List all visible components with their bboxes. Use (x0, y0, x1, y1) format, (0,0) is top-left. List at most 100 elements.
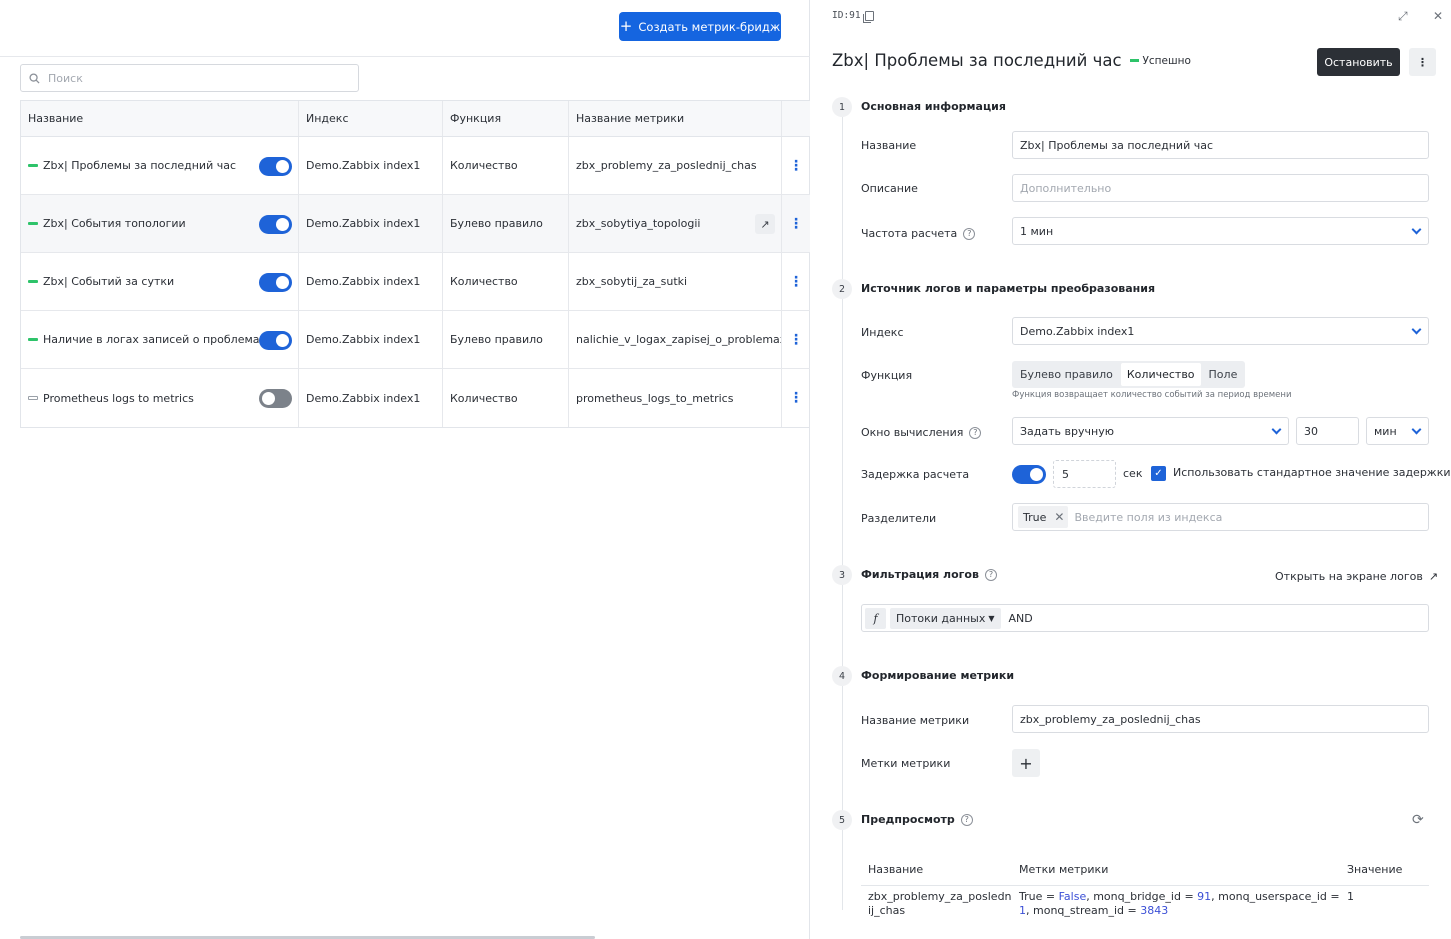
window-unit: мин (1374, 424, 1397, 438)
table-row[interactable]: Prometheus logs to metrics Demo.Zabbix i… (21, 369, 810, 427)
frequency-select[interactable]: 1 мин (1012, 217, 1429, 245)
row-metric-cell: zbx_sobytiya_topologii ↗ (569, 195, 782, 252)
function-icon[interactable]: f (865, 607, 886, 629)
row-metric: zbx_sobytij_za_sutki (569, 253, 782, 310)
search-box[interactable] (20, 64, 359, 92)
table-row[interactable]: Наличие в логах записей о проблемах Demo… (21, 311, 810, 369)
preview-col-value: Значение (1347, 862, 1403, 876)
default-delay-checkbox[interactable]: ✓ (1151, 466, 1166, 481)
function-option-field[interactable]: Поле (1203, 363, 1244, 386)
tag-key: monq_bridge_id (1093, 890, 1181, 903)
window-mode-select[interactable]: Задать вручную (1012, 417, 1289, 445)
name-field[interactable]: Zbx| Проблемы за последний час (1012, 131, 1429, 159)
col-name[interactable]: Название (21, 101, 299, 136)
operator-and: AND (1008, 611, 1033, 625)
col-metric[interactable]: Название метрики (569, 101, 782, 136)
step-number: 1 (832, 97, 852, 117)
help-icon[interactable]: ? (984, 568, 997, 581)
row-actions: ⋮ (782, 137, 810, 194)
col-function[interactable]: Функция (443, 101, 569, 136)
status-indicator (28, 222, 38, 225)
metric-tags-label: Метки метрики (861, 757, 951, 770)
kebab-icon[interactable]: ⋮ (789, 333, 803, 347)
chevron-down-icon (1411, 224, 1422, 235)
help-icon[interactable]: ? (963, 227, 976, 240)
delay-input[interactable]: 5 (1053, 460, 1116, 488)
index-label: Индекс (861, 326, 904, 339)
refresh-icon[interactable]: ⟳ (1412, 812, 1424, 828)
filter-editor[interactable]: f Потоки данных ▼ AND (861, 604, 1429, 632)
enable-toggle[interactable] (259, 273, 292, 292)
expand-icon[interactable]: ⤢ (1398, 9, 1408, 24)
function-option-count[interactable]: Количество (1120, 363, 1201, 386)
stop-button[interactable]: Остановить (1317, 48, 1400, 76)
preview-col-tags: Метки метрики (1019, 862, 1109, 876)
delay-toggle[interactable] (1012, 465, 1046, 484)
section-title-wrap: Предпросмотр? (861, 813, 973, 826)
kebab-icon: ⋮ (1417, 55, 1428, 69)
open-logs-link[interactable]: Открыть на экране логов ↗ (1275, 570, 1438, 583)
window-label: Окно вычисления? (861, 426, 982, 439)
window-mode-value: Задать вручную (1020, 424, 1114, 438)
steps-line (842, 110, 843, 910)
kebab-icon[interactable]: ⋮ (789, 391, 803, 405)
enable-toggle[interactable] (259, 215, 292, 234)
separators-field[interactable]: True ✕ Введите поля из индекса (1012, 503, 1429, 531)
row-name-cell: Zbx| Событий за сутки (21, 253, 299, 310)
status-indicator (28, 338, 38, 341)
row-actions: ⋮ (782, 311, 810, 368)
help-icon[interactable]: ? (960, 813, 973, 826)
tag-value: False (1058, 890, 1087, 903)
metric-name-field[interactable]: zbx_problemy_za_poslednij_chas (1012, 705, 1429, 733)
add-tag-button[interactable]: + (1012, 749, 1040, 777)
enable-toggle[interactable] (259, 389, 292, 408)
chip-label: True (1023, 510, 1047, 524)
function-hint: Функция возвращает количество событий за… (1012, 390, 1292, 400)
table-row[interactable]: Zbx| Проблемы за последний час Demo.Zabb… (21, 137, 810, 195)
enable-toggle[interactable] (259, 331, 292, 350)
preview-row: zbx_problemy_za_poslednij_chas True = Fa… (861, 886, 1429, 918)
row-index: Demo.Zabbix index1 (299, 311, 443, 368)
window-value: 30 (1304, 424, 1318, 438)
row-index: Demo.Zabbix index1 (299, 369, 443, 427)
copy-icon[interactable] (862, 10, 874, 23)
delay-value: 5 (1062, 467, 1069, 481)
window-unit-select[interactable]: мин (1366, 417, 1429, 445)
close-icon[interactable]: ✕ (1433, 9, 1443, 23)
table-row[interactable]: Zbx| События топологии Demo.Zabbix index… (21, 195, 810, 253)
description-field[interactable]: Дополнительно (1012, 174, 1429, 202)
name-label: Название (861, 139, 917, 152)
kebab-icon[interactable]: ⋮ (789, 159, 803, 173)
row-index: Demo.Zabbix index1 (299, 137, 443, 194)
help-icon[interactable]: ? (969, 426, 982, 439)
bridge-detail-panel: ID:91 ⤢ ✕ Zbx| Проблемы за последний час… (811, 0, 1451, 939)
row-metric: zbx_sobytiya_topologii (576, 217, 701, 230)
index-value: Demo.Zabbix index1 (1020, 324, 1135, 338)
frequency-label: Частота расчета? (861, 227, 976, 240)
col-actions (782, 101, 810, 136)
open-external-icon[interactable]: ↗ (755, 214, 775, 234)
kebab-icon[interactable]: ⋮ (789, 275, 803, 289)
kebab-icon[interactable]: ⋮ (789, 217, 803, 231)
index-select[interactable]: Demo.Zabbix index1 (1012, 317, 1429, 345)
streams-dropdown[interactable]: Потоки данных ▼ (890, 607, 1001, 629)
search-input[interactable] (48, 71, 328, 85)
table-header: Название Индекс Функция Название метрики (21, 101, 810, 137)
row-name: Prometheus logs to metrics (43, 391, 194, 405)
col-index[interactable]: Индекс (299, 101, 443, 136)
open-logs-label: Открыть на экране логов (1275, 570, 1423, 583)
row-name-cell: Zbx| Проблемы за последний час (21, 137, 299, 194)
list-toolbar: + Создать метрик-бридж (0, 0, 810, 57)
function-option-boolean[interactable]: Булево правило (1014, 363, 1119, 386)
row-function: Количество (443, 369, 569, 427)
create-bridge-button[interactable]: + Создать метрик-бридж (619, 12, 781, 41)
window-value-input[interactable]: 30 (1296, 417, 1359, 445)
description-label: Описание (861, 182, 918, 195)
close-icon[interactable]: ✕ (1054, 510, 1064, 524)
preview-col-name: Название (868, 862, 924, 876)
default-delay-label: Использовать стандартное значение задерж… (1173, 466, 1451, 479)
row-function: Булево правило (443, 311, 569, 368)
enable-toggle[interactable] (259, 157, 292, 176)
more-button[interactable]: ⋮ (1409, 48, 1436, 76)
table-row[interactable]: Zbx| Событий за сутки Demo.Zabbix index1… (21, 253, 810, 311)
